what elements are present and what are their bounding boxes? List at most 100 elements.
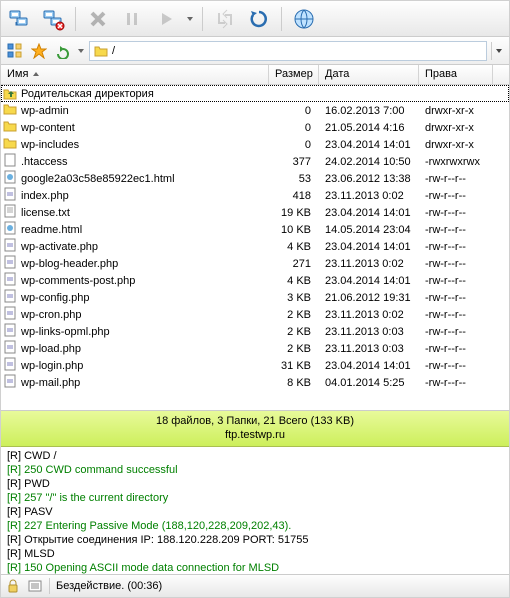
path-dropdown-button[interactable] bbox=[491, 42, 505, 60]
file-size: 2 KB bbox=[269, 309, 319, 321]
file-size: 0 bbox=[269, 139, 319, 151]
file-row[interactable]: google2a03c58e85922ec1.html 5323.06.2012 … bbox=[1, 170, 509, 187]
file-perm: -rwxrwxrwx bbox=[419, 156, 493, 168]
file-perm: drwxr-xr-x bbox=[419, 139, 493, 151]
play-button[interactable] bbox=[152, 5, 180, 33]
bookmark-button[interactable] bbox=[29, 41, 49, 61]
globe-button[interactable] bbox=[290, 5, 318, 33]
log-line: [R] 257 "/" is the current directory bbox=[7, 491, 503, 505]
file-date: 23.11.2013 0:03 bbox=[319, 326, 419, 338]
file-name: wp-login.php bbox=[21, 360, 83, 372]
file-date: 23.11.2013 0:03 bbox=[319, 343, 419, 355]
log-panel[interactable]: [R] CWD /[R] 250 CWD command successful[… bbox=[1, 447, 509, 575]
file-size: 53 bbox=[269, 173, 319, 185]
file-list[interactable]: Родительская директория wp-admin016.02.2… bbox=[1, 85, 509, 411]
summary-bar: 18 файлов, 3 Папки, 21 Всего (133 KB) ft… bbox=[1, 411, 509, 447]
file-perm: -rw-r--r-- bbox=[419, 258, 493, 270]
abort-button[interactable] bbox=[84, 5, 112, 33]
file-row[interactable]: wp-blog-header.php27123.11.2013 0:02-rw-… bbox=[1, 255, 509, 272]
file-perm: -rw-r--r-- bbox=[419, 377, 493, 389]
pause-button[interactable] bbox=[118, 5, 146, 33]
php-icon bbox=[3, 357, 17, 374]
main-toolbar bbox=[1, 1, 509, 37]
file-name: wp-cron.php bbox=[21, 309, 82, 321]
log-line: [R] PWD bbox=[7, 477, 503, 491]
file-row[interactable]: wp-config.php3 KB21.06.2012 19:31-rw-r--… bbox=[1, 289, 509, 306]
php-icon bbox=[3, 238, 17, 255]
file-date: 23.04.2014 14:01 bbox=[319, 241, 419, 253]
play-dropdown-icon[interactable] bbox=[186, 9, 194, 29]
folder-icon bbox=[94, 44, 108, 58]
header-size[interactable]: Размер bbox=[269, 65, 319, 84]
file-date: 23.04.2014 14:01 bbox=[319, 207, 419, 219]
file-date: 14.05.2014 23:04 bbox=[319, 224, 419, 236]
file-name: index.php bbox=[21, 190, 69, 202]
file-row[interactable]: wp-content021.05.2014 4:16drwxr-xr-x bbox=[1, 119, 509, 136]
file-perm: -rw-r--r-- bbox=[419, 241, 493, 253]
log-line: [R] PASV bbox=[7, 505, 503, 519]
history-dropdown-icon[interactable] bbox=[77, 43, 85, 59]
file-row[interactable]: wp-load.php2 KB23.11.2013 0:03-rw-r--r-- bbox=[1, 340, 509, 357]
file-row[interactable]: license.txt19 KB23.04.2014 14:01-rw-r--r… bbox=[1, 204, 509, 221]
header-perm[interactable]: Права bbox=[419, 65, 493, 84]
file-date: 21.06.2012 19:31 bbox=[319, 292, 419, 304]
refresh-button[interactable] bbox=[245, 5, 273, 33]
up-button[interactable] bbox=[53, 41, 73, 61]
file-name: wp-content bbox=[21, 122, 75, 134]
log-line: [R] 250 CWD command successful bbox=[7, 463, 503, 477]
file-perm: -rw-r--r-- bbox=[419, 343, 493, 355]
php-icon bbox=[3, 306, 17, 323]
php-icon bbox=[3, 272, 17, 289]
php-icon bbox=[3, 187, 17, 204]
file-date: 23.06.2012 13:38 bbox=[319, 173, 419, 185]
file-name: google2a03c58e85922ec1.html bbox=[21, 173, 175, 185]
header-date[interactable]: Дата bbox=[319, 65, 419, 84]
disconnect-button[interactable] bbox=[39, 5, 67, 33]
file-date: 21.05.2014 4:16 bbox=[319, 122, 419, 134]
file-date: 16.02.2013 7:00 bbox=[319, 105, 419, 117]
log-line: [R] CWD / bbox=[7, 449, 503, 463]
file-date: 04.01.2014 5:25 bbox=[319, 377, 419, 389]
transfer-button[interactable] bbox=[211, 5, 239, 33]
path-input[interactable]: / bbox=[89, 41, 487, 61]
file-row[interactable]: wp-cron.php2 KB23.11.2013 0:02-rw-r--r-- bbox=[1, 306, 509, 323]
parent-dir-row[interactable]: Родительская директория bbox=[1, 85, 509, 102]
file-name: wp-admin bbox=[21, 105, 69, 117]
html-icon bbox=[3, 221, 17, 238]
file-perm: -rw-r--r-- bbox=[419, 224, 493, 236]
header-name[interactable]: Имя bbox=[1, 65, 269, 84]
status-bar: Бездействие. (00:36) bbox=[1, 575, 509, 597]
file-row[interactable]: wp-links-opml.php2 KB23.11.2013 0:03-rw-… bbox=[1, 323, 509, 340]
file-size: 0 bbox=[269, 122, 319, 134]
php-icon bbox=[3, 255, 17, 272]
file-name: readme.html bbox=[21, 224, 82, 236]
file-row[interactable]: wp-activate.php4 KB23.04.2014 14:01-rw-r… bbox=[1, 238, 509, 255]
file-name: wp-activate.php bbox=[21, 241, 98, 253]
summary-line2: ftp.testwp.ru bbox=[1, 428, 509, 442]
file-row[interactable]: wp-admin016.02.2013 7:00drwxr-xr-x bbox=[1, 102, 509, 119]
tree-toggle-button[interactable] bbox=[5, 41, 25, 61]
folder-icon bbox=[3, 136, 17, 153]
file-row[interactable]: index.php41823.11.2013 0:02-rw-r--r-- bbox=[1, 187, 509, 204]
file-date: 23.04.2014 14:01 bbox=[319, 360, 419, 372]
file-row[interactable]: wp-includes023.04.2014 14:01drwxr-xr-x bbox=[1, 136, 509, 153]
file-name: wp-config.php bbox=[21, 292, 90, 304]
file-icon bbox=[3, 153, 17, 170]
file-row[interactable]: wp-login.php31 KB23.04.2014 14:01-rw-r--… bbox=[1, 357, 509, 374]
file-row[interactable]: readme.html10 KB14.05.2014 23:04-rw-r--r… bbox=[1, 221, 509, 238]
file-row[interactable]: wp-comments-post.php4 KB23.04.2014 14:01… bbox=[1, 272, 509, 289]
file-size: 4 KB bbox=[269, 275, 319, 287]
file-date: 23.04.2014 14:01 bbox=[319, 275, 419, 287]
file-size: 377 bbox=[269, 156, 319, 168]
file-row[interactable]: wp-mail.php8 KB04.01.2014 5:25-rw-r--r-- bbox=[1, 374, 509, 391]
php-icon bbox=[3, 323, 17, 340]
connect-button[interactable] bbox=[5, 5, 33, 33]
path-toolbar: / bbox=[1, 37, 509, 65]
file-row[interactable]: .htaccess37724.02.2014 10:50-rwxrwxrwx bbox=[1, 153, 509, 170]
column-headers: Имя Размер Дата Права bbox=[1, 65, 509, 85]
parent-dir-label: Родительская директория bbox=[21, 88, 154, 100]
log-line: [R] Открытие соединения IP: 188.120.228.… bbox=[7, 533, 503, 547]
file-name: license.txt bbox=[21, 207, 70, 219]
file-perm: drwxr-xr-x bbox=[419, 105, 493, 117]
file-date: 23.11.2013 0:02 bbox=[319, 190, 419, 202]
